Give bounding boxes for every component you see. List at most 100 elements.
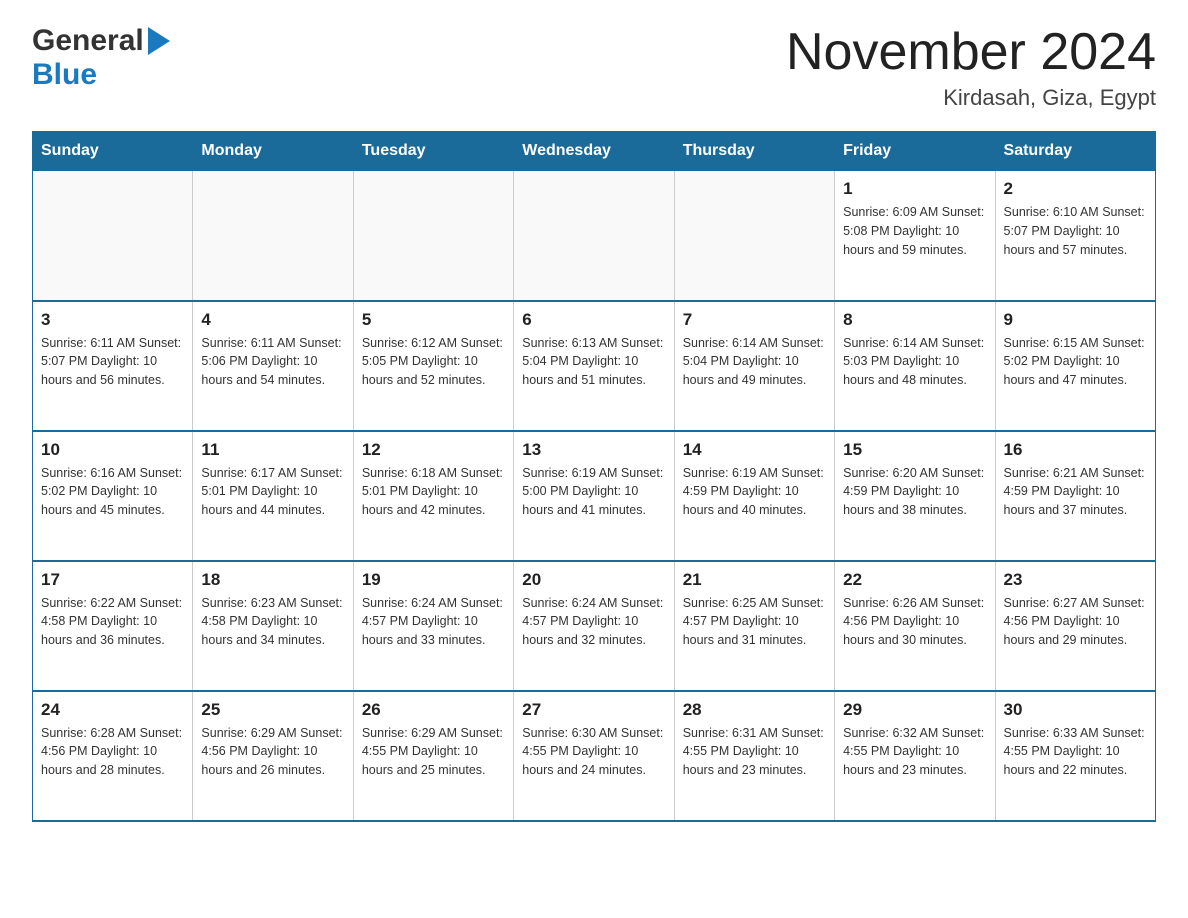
day-info: Sunrise: 6:13 AM Sunset: 5:04 PM Dayligh…	[522, 334, 665, 390]
day-info: Sunrise: 6:30 AM Sunset: 4:55 PM Dayligh…	[522, 724, 665, 780]
day-info: Sunrise: 6:24 AM Sunset: 4:57 PM Dayligh…	[362, 594, 505, 650]
day-number: 28	[683, 700, 826, 720]
calendar-cell: 23 Sunrise: 6:27 AM Sunset: 4:56 PM Dayli…	[995, 561, 1155, 691]
day-number: 7	[683, 310, 826, 330]
day-number: 5	[362, 310, 505, 330]
day-info: Sunrise: 6:17 AM Sunset: 5:01 PM Dayligh…	[201, 464, 344, 520]
day-info: Sunrise: 6:28 AM Sunset: 4:56 PM Dayligh…	[41, 724, 184, 780]
day-number: 11	[201, 440, 344, 460]
calendar-cell: 9 Sunrise: 6:15 AM Sunset: 5:02 PM Daylig…	[995, 301, 1155, 431]
logo-general-text: General	[32, 24, 144, 58]
day-number: 17	[41, 570, 184, 590]
logo: General Blue	[32, 24, 170, 92]
day-info: Sunrise: 6:14 AM Sunset: 5:04 PM Dayligh…	[683, 334, 826, 390]
calendar-cell: 30 Sunrise: 6:33 AM Sunset: 4:55 PM Dayli…	[995, 691, 1155, 821]
day-info: Sunrise: 6:16 AM Sunset: 5:02 PM Dayligh…	[41, 464, 184, 520]
day-number: 23	[1004, 570, 1147, 590]
day-info: Sunrise: 6:18 AM Sunset: 5:01 PM Dayligh…	[362, 464, 505, 520]
logo-arrow-icon	[146, 27, 170, 55]
day-of-week-header: Sunday	[33, 132, 193, 171]
day-info: Sunrise: 6:10 AM Sunset: 5:07 PM Dayligh…	[1004, 203, 1147, 259]
calendar-cell: 3Sunrise: 6:11 AM Sunset: 5:07 PM Daylig…	[33, 301, 193, 431]
calendar-week-row: 10 Sunrise: 6:16 AM Sunset: 5:02 PM Dayli…	[33, 431, 1156, 561]
day-info: Sunrise: 6:09 AM Sunset: 5:08 PM Dayligh…	[843, 203, 986, 259]
calendar-cell: 1 Sunrise: 6:09 AM Sunset: 5:08 PM Daylig…	[835, 171, 995, 301]
calendar-cell: 17Sunrise: 6:22 AM Sunset: 4:58 PM Dayli…	[33, 561, 193, 691]
calendar-cell: 24Sunrise: 6:28 AM Sunset: 4:56 PM Dayli…	[33, 691, 193, 821]
calendar-cell: 26Sunrise: 6:29 AM Sunset: 4:55 PM Dayli…	[353, 691, 513, 821]
day-number: 21	[683, 570, 826, 590]
calendar-cell: 8Sunrise: 6:14 AM Sunset: 5:03 PM Daylig…	[835, 301, 995, 431]
calendar-week-row: 24Sunrise: 6:28 AM Sunset: 4:56 PM Dayli…	[33, 691, 1156, 821]
day-info: Sunrise: 6:27 AM Sunset: 4:56 PM Dayligh…	[1004, 594, 1147, 650]
calendar-cell: 25 Sunrise: 6:29 AM Sunset: 4:56 PM Dayli…	[193, 691, 353, 821]
day-info: Sunrise: 6:24 AM Sunset: 4:57 PM Dayligh…	[522, 594, 665, 650]
calendar-cell: 22 Sunrise: 6:26 AM Sunset: 4:56 PM Dayli…	[835, 561, 995, 691]
day-info: Sunrise: 6:11 AM Sunset: 5:06 PM Dayligh…	[201, 334, 344, 390]
day-number: 20	[522, 570, 665, 590]
day-of-week-header: Tuesday	[353, 132, 513, 171]
calendar-cell: 15Sunrise: 6:20 AM Sunset: 4:59 PM Dayli…	[835, 431, 995, 561]
day-number: 19	[362, 570, 505, 590]
month-title: November 2024	[786, 24, 1156, 81]
calendar-cell: 27 Sunrise: 6:30 AM Sunset: 4:55 PM Dayli…	[514, 691, 674, 821]
calendar-cell: 21 Sunrise: 6:25 AM Sunset: 4:57 PM Dayli…	[674, 561, 834, 691]
title-block: November 2024 Kirdasah, Giza, Egypt	[786, 24, 1156, 111]
day-number: 16	[1004, 440, 1147, 460]
day-info: Sunrise: 6:25 AM Sunset: 4:57 PM Dayligh…	[683, 594, 826, 650]
day-number: 25	[201, 700, 344, 720]
day-info: Sunrise: 6:19 AM Sunset: 4:59 PM Dayligh…	[683, 464, 826, 520]
day-info: Sunrise: 6:20 AM Sunset: 4:59 PM Dayligh…	[843, 464, 986, 520]
day-of-week-header: Monday	[193, 132, 353, 171]
day-number: 10	[41, 440, 184, 460]
day-number: 29	[843, 700, 986, 720]
day-number: 13	[522, 440, 665, 460]
calendar-cell: 7 Sunrise: 6:14 AM Sunset: 5:04 PM Daylig…	[674, 301, 834, 431]
calendar-cell: 6 Sunrise: 6:13 AM Sunset: 5:04 PM Daylig…	[514, 301, 674, 431]
calendar-cell: 13 Sunrise: 6:19 AM Sunset: 5:00 PM Dayli…	[514, 431, 674, 561]
calendar-week-row: 17Sunrise: 6:22 AM Sunset: 4:58 PM Dayli…	[33, 561, 1156, 691]
day-number: 3	[41, 310, 184, 330]
logo-blue-text: Blue	[32, 58, 97, 92]
calendar-cell: 12Sunrise: 6:18 AM Sunset: 5:01 PM Dayli…	[353, 431, 513, 561]
day-number: 18	[201, 570, 344, 590]
day-info: Sunrise: 6:19 AM Sunset: 5:00 PM Dayligh…	[522, 464, 665, 520]
calendar-week-row: 3Sunrise: 6:11 AM Sunset: 5:07 PM Daylig…	[33, 301, 1156, 431]
day-number: 27	[522, 700, 665, 720]
calendar-cell	[193, 171, 353, 301]
page-header: General Blue November 2024 Kirdasah, Giz…	[32, 24, 1156, 111]
day-number: 1	[843, 179, 986, 199]
calendar-cell: 11 Sunrise: 6:17 AM Sunset: 5:01 PM Dayli…	[193, 431, 353, 561]
calendar-cell	[674, 171, 834, 301]
calendar-week-row: 1 Sunrise: 6:09 AM Sunset: 5:08 PM Daylig…	[33, 171, 1156, 301]
calendar-header-row: SundayMondayTuesdayWednesdayThursdayFrid…	[33, 132, 1156, 171]
calendar-cell: 4 Sunrise: 6:11 AM Sunset: 5:06 PM Daylig…	[193, 301, 353, 431]
calendar-cell: 14Sunrise: 6:19 AM Sunset: 4:59 PM Dayli…	[674, 431, 834, 561]
calendar-cell: 16 Sunrise: 6:21 AM Sunset: 4:59 PM Dayli…	[995, 431, 1155, 561]
calendar-cell	[353, 171, 513, 301]
day-of-week-header: Saturday	[995, 132, 1155, 171]
location: Kirdasah, Giza, Egypt	[786, 85, 1156, 111]
day-number: 22	[843, 570, 986, 590]
day-number: 8	[843, 310, 986, 330]
day-info: Sunrise: 6:15 AM Sunset: 5:02 PM Dayligh…	[1004, 334, 1147, 390]
day-number: 9	[1004, 310, 1147, 330]
day-of-week-header: Friday	[835, 132, 995, 171]
calendar-cell: 19 Sunrise: 6:24 AM Sunset: 4:57 PM Dayli…	[353, 561, 513, 691]
day-number: 6	[522, 310, 665, 330]
calendar-cell	[33, 171, 193, 301]
day-info: Sunrise: 6:23 AM Sunset: 4:58 PM Dayligh…	[201, 594, 344, 650]
day-info: Sunrise: 6:29 AM Sunset: 4:56 PM Dayligh…	[201, 724, 344, 780]
calendar-cell: 5Sunrise: 6:12 AM Sunset: 5:05 PM Daylig…	[353, 301, 513, 431]
day-info: Sunrise: 6:31 AM Sunset: 4:55 PM Dayligh…	[683, 724, 826, 780]
day-info: Sunrise: 6:33 AM Sunset: 4:55 PM Dayligh…	[1004, 724, 1147, 780]
day-number: 4	[201, 310, 344, 330]
calendar-cell: 29 Sunrise: 6:32 AM Sunset: 4:55 PM Dayli…	[835, 691, 995, 821]
day-number: 30	[1004, 700, 1147, 720]
day-info: Sunrise: 6:32 AM Sunset: 4:55 PM Dayligh…	[843, 724, 986, 780]
calendar-cell	[514, 171, 674, 301]
day-info: Sunrise: 6:26 AM Sunset: 4:56 PM Dayligh…	[843, 594, 986, 650]
day-of-week-header: Thursday	[674, 132, 834, 171]
calendar-cell: 10 Sunrise: 6:16 AM Sunset: 5:02 PM Dayli…	[33, 431, 193, 561]
day-info: Sunrise: 6:21 AM Sunset: 4:59 PM Dayligh…	[1004, 464, 1147, 520]
